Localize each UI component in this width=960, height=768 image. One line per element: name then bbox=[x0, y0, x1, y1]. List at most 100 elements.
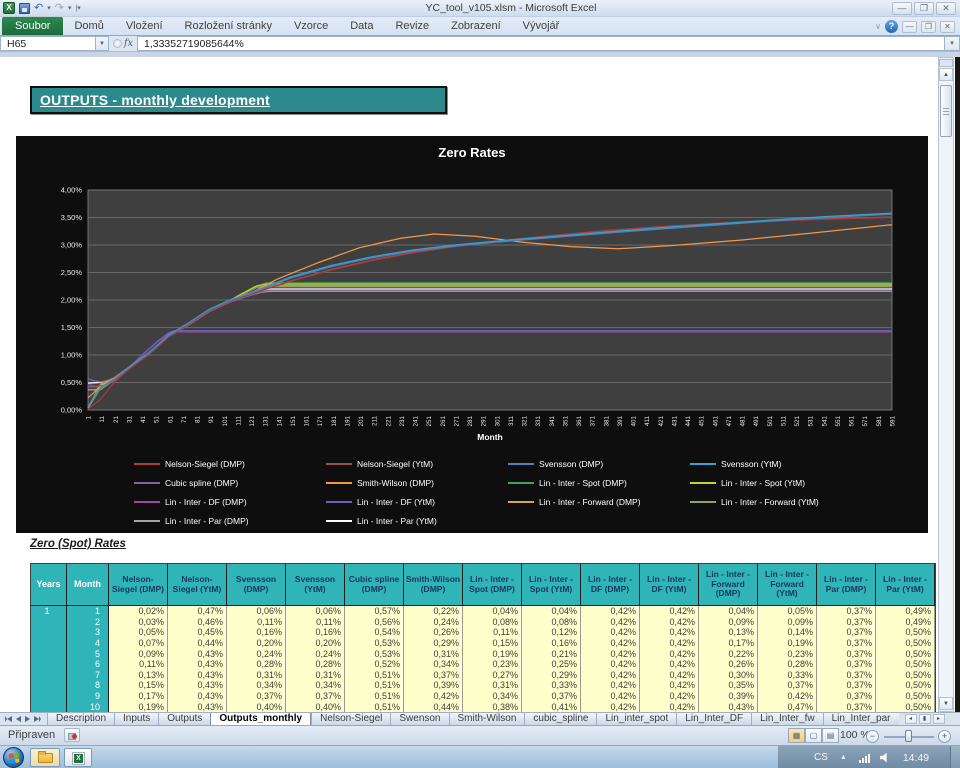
rate-cell[interactable]: 0,42% bbox=[581, 659, 640, 670]
rate-cell[interactable]: 0,47% bbox=[168, 606, 227, 617]
rate-cell[interactable]: 0,39% bbox=[404, 680, 463, 691]
rate-cell[interactable]: 0,28% bbox=[286, 659, 345, 670]
rate-cell[interactable]: 0,20% bbox=[286, 638, 345, 649]
sheet-tab-lin-inter-fw[interactable]: Lin_Inter_fw bbox=[751, 713, 822, 725]
column-header-cubic-spline-dmp[interactable]: Cubic spline (DMP) bbox=[345, 564, 404, 606]
month-cell[interactable]: 8 bbox=[67, 680, 109, 691]
rate-cell[interactable]: 0,20% bbox=[227, 638, 286, 649]
rate-cell[interactable]: 0,37% bbox=[817, 659, 876, 670]
minimize-button[interactable]: — bbox=[892, 2, 912, 15]
month-cell[interactable]: 7 bbox=[67, 670, 109, 681]
expand-formula-bar-icon[interactable]: ▾ bbox=[945, 36, 960, 51]
rate-cell[interactable]: 0,49% bbox=[876, 617, 935, 628]
month-cell[interactable]: 2 bbox=[67, 617, 109, 628]
year-cell[interactable] bbox=[31, 691, 67, 702]
language-indicator[interactable]: CS bbox=[814, 752, 828, 763]
rate-cell[interactable]: 0,42% bbox=[640, 606, 699, 617]
column-header-years[interactable]: Years bbox=[31, 564, 67, 606]
rate-cell[interactable]: 0,43% bbox=[168, 691, 227, 702]
rate-cell[interactable]: 0,44% bbox=[404, 701, 463, 712]
redo-dropdown-icon[interactable]: ▾ bbox=[68, 4, 72, 12]
tab-split-right-icon[interactable]: ▸ bbox=[933, 714, 945, 724]
page-break-view-icon[interactable]: ▤ bbox=[822, 728, 839, 743]
macro-record-icon[interactable] bbox=[64, 728, 80, 742]
rate-cell[interactable]: 0,37% bbox=[286, 691, 345, 702]
rate-cell[interactable]: 0,46% bbox=[168, 617, 227, 628]
column-header-svensson-dmp[interactable]: Svensson (DMP) bbox=[227, 564, 286, 606]
rate-cell[interactable]: 0,51% bbox=[345, 691, 404, 702]
sheet-tab-nelson-siegel[interactable]: Nelson-Siegel bbox=[311, 713, 390, 725]
rate-cell[interactable]: 0,40% bbox=[227, 701, 286, 712]
rate-cell[interactable]: 0,11% bbox=[463, 627, 522, 638]
rate-cell[interactable]: 0,50% bbox=[876, 670, 935, 681]
zoom-out-icon[interactable]: − bbox=[866, 730, 879, 743]
sheet-tab-outputs-monthly[interactable]: Outputs_monthly bbox=[210, 713, 311, 725]
zero-rates-chart[interactable]: Zero Rates 0,00%0,50%1,00%1,50%2,00%2,50… bbox=[16, 136, 928, 533]
rate-cell[interactable]: 0,37% bbox=[817, 701, 876, 712]
rate-cell[interactable]: 0,08% bbox=[463, 617, 522, 628]
rate-cell[interactable]: 0,42% bbox=[581, 701, 640, 712]
rate-cell[interactable]: 0,56% bbox=[345, 617, 404, 628]
prev-sheet-icon[interactable] bbox=[16, 716, 21, 722]
year-cell[interactable] bbox=[31, 648, 67, 659]
save-button[interactable] bbox=[19, 3, 30, 14]
undo-dropdown-icon[interactable]: ▾ bbox=[47, 4, 51, 12]
rate-cell[interactable]: 0,17% bbox=[699, 638, 758, 649]
rate-cell[interactable]: 0,50% bbox=[876, 701, 935, 712]
workbook-minimize-button[interactable]: — bbox=[902, 21, 917, 33]
help-icon[interactable]: ? bbox=[885, 20, 898, 33]
rate-cell[interactable]: 0,43% bbox=[168, 659, 227, 670]
rate-cell[interactable]: 0,39% bbox=[699, 691, 758, 702]
column-header-lin-inter-par-ytm[interactable]: Lin - Inter - Par (YtM) bbox=[876, 564, 935, 606]
rate-cell[interactable]: 0,16% bbox=[286, 627, 345, 638]
month-cell[interactable]: 6 bbox=[67, 659, 109, 670]
sheet-tab-lin-inter-spot[interactable]: Lin_inter_spot bbox=[596, 713, 676, 725]
rate-cell[interactable]: 0,21% bbox=[522, 648, 581, 659]
sheet-tab-description[interactable]: Description bbox=[47, 713, 114, 725]
rate-cell[interactable]: 0,27% bbox=[463, 670, 522, 681]
rate-cell[interactable]: 0,17% bbox=[109, 691, 168, 702]
month-cell[interactable]: 1 bbox=[67, 606, 109, 617]
rate-cell[interactable]: 0,06% bbox=[286, 606, 345, 617]
rate-cell[interactable]: 0,42% bbox=[640, 617, 699, 628]
year-cell[interactable] bbox=[31, 617, 67, 628]
rate-cell[interactable]: 0,50% bbox=[876, 680, 935, 691]
ribbon-tab-vzorce[interactable]: Vzorce bbox=[283, 18, 339, 35]
rate-cell[interactable]: 0,37% bbox=[817, 638, 876, 649]
ribbon-tab-zobrazen[interactable]: Zobrazení bbox=[440, 18, 512, 35]
rate-cell[interactable]: 0,50% bbox=[876, 638, 935, 649]
ribbon-tab-soubor[interactable]: Soubor bbox=[2, 17, 63, 35]
rate-cell[interactable]: 0,14% bbox=[758, 627, 817, 638]
rate-cell[interactable]: 0,50% bbox=[876, 648, 935, 659]
year-cell[interactable] bbox=[31, 701, 67, 712]
last-sheet-icon[interactable] bbox=[34, 716, 41, 722]
rate-cell[interactable]: 0,31% bbox=[286, 670, 345, 681]
rate-cell[interactable]: 0,41% bbox=[522, 701, 581, 712]
column-header-nelson-siegel-ytm[interactable]: Nelson-Siegel (YtM) bbox=[168, 564, 227, 606]
rate-cell[interactable]: 0,34% bbox=[404, 659, 463, 670]
close-button[interactable]: ✕ bbox=[936, 2, 956, 15]
rate-cell[interactable]: 0,13% bbox=[699, 627, 758, 638]
month-cell[interactable]: 5 bbox=[67, 648, 109, 659]
rate-cell[interactable]: 0,05% bbox=[758, 606, 817, 617]
column-header-lin-inter-forward-dmp[interactable]: Lin - Inter - Forward (DMP) bbox=[699, 564, 758, 606]
rate-cell[interactable]: 0,50% bbox=[876, 627, 935, 638]
rate-cell[interactable]: 0,11% bbox=[286, 617, 345, 628]
rate-cell[interactable]: 0,34% bbox=[227, 680, 286, 691]
rate-cell[interactable]: 0,19% bbox=[109, 701, 168, 712]
month-cell[interactable]: 10 bbox=[67, 701, 109, 712]
rate-cell[interactable]: 0,50% bbox=[876, 691, 935, 702]
name-box[interactable]: H65 bbox=[0, 36, 96, 51]
rate-cell[interactable]: 0,50% bbox=[876, 659, 935, 670]
sheet-tab-outputs[interactable]: Outputs bbox=[158, 713, 210, 725]
rate-cell[interactable]: 0,42% bbox=[640, 659, 699, 670]
first-sheet-icon[interactable] bbox=[5, 716, 12, 722]
formula-input[interactable]: 1,33352719085644% bbox=[137, 36, 945, 51]
rate-cell[interactable]: 0,42% bbox=[581, 638, 640, 649]
year-cell[interactable] bbox=[31, 670, 67, 681]
year-cell[interactable] bbox=[31, 680, 67, 691]
rate-cell[interactable]: 0,03% bbox=[109, 617, 168, 628]
sheet-tab-lin-inter-par[interactable]: Lin_Inter_par bbox=[823, 713, 899, 725]
restore-button[interactable]: ❐ bbox=[914, 2, 934, 15]
rate-cell[interactable]: 0,09% bbox=[758, 617, 817, 628]
